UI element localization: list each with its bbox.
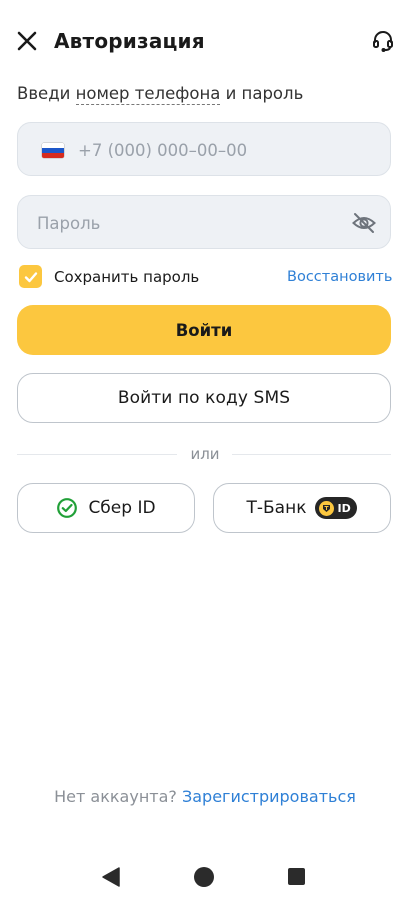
instruction-suffix: и пароль [220, 84, 304, 103]
no-account-text: Нет аккаунта? [54, 787, 177, 806]
tbank-shield-icon [319, 500, 335, 516]
close-icon [17, 31, 37, 51]
save-password-checkbox[interactable] [19, 265, 42, 288]
close-button[interactable] [12, 26, 42, 56]
headset-icon [373, 31, 393, 52]
support-button[interactable] [368, 26, 398, 56]
restore-password-link[interactable]: Восстановить [287, 266, 392, 288]
divider-left [17, 454, 177, 455]
checkmark-icon [24, 271, 37, 282]
nav-home-icon[interactable] [194, 867, 214, 887]
nav-recent-icon[interactable] [288, 868, 305, 885]
sms-login-button[interactable]: Войти по коду SMS [17, 373, 391, 423]
register-prompt: Нет аккаунта? Зарегистрироваться [0, 786, 410, 808]
tbank-id-button[interactable]: Т‑Банк ID [213, 483, 391, 533]
russia-flag-icon [42, 143, 64, 158]
nav-back-icon[interactable] [100, 866, 122, 888]
phone-hint-link[interactable]: номер телефона [75, 84, 221, 105]
tbank-label: Т‑Банк [246, 498, 307, 518]
sber-id-label: Сбер ID [88, 498, 156, 518]
divider-right [232, 454, 391, 455]
save-password-label[interactable]: Сохранить пароль [54, 266, 199, 288]
instruction-prefix: Введи [17, 84, 76, 103]
page-title: Авторизация [54, 29, 205, 53]
password-input[interactable] [35, 196, 339, 250]
phone-input[interactable] [76, 123, 380, 177]
eye-off-icon [352, 213, 376, 233]
toggle-password-visibility-button[interactable] [350, 209, 378, 237]
instruction-text: Введи номер телефона и пароль [17, 82, 303, 106]
register-link[interactable]: Зарегистрироваться [182, 787, 356, 806]
phone-field[interactable] [17, 122, 391, 177]
login-button[interactable]: Войти [17, 305, 391, 355]
tbank-id-text: ID [337, 501, 351, 515]
divider-text: или [190, 445, 220, 463]
sber-check-icon [57, 498, 78, 518]
tbank-id-badge: ID [315, 497, 358, 519]
password-field[interactable] [17, 195, 391, 250]
sber-id-button[interactable]: Сбер ID [17, 483, 195, 533]
